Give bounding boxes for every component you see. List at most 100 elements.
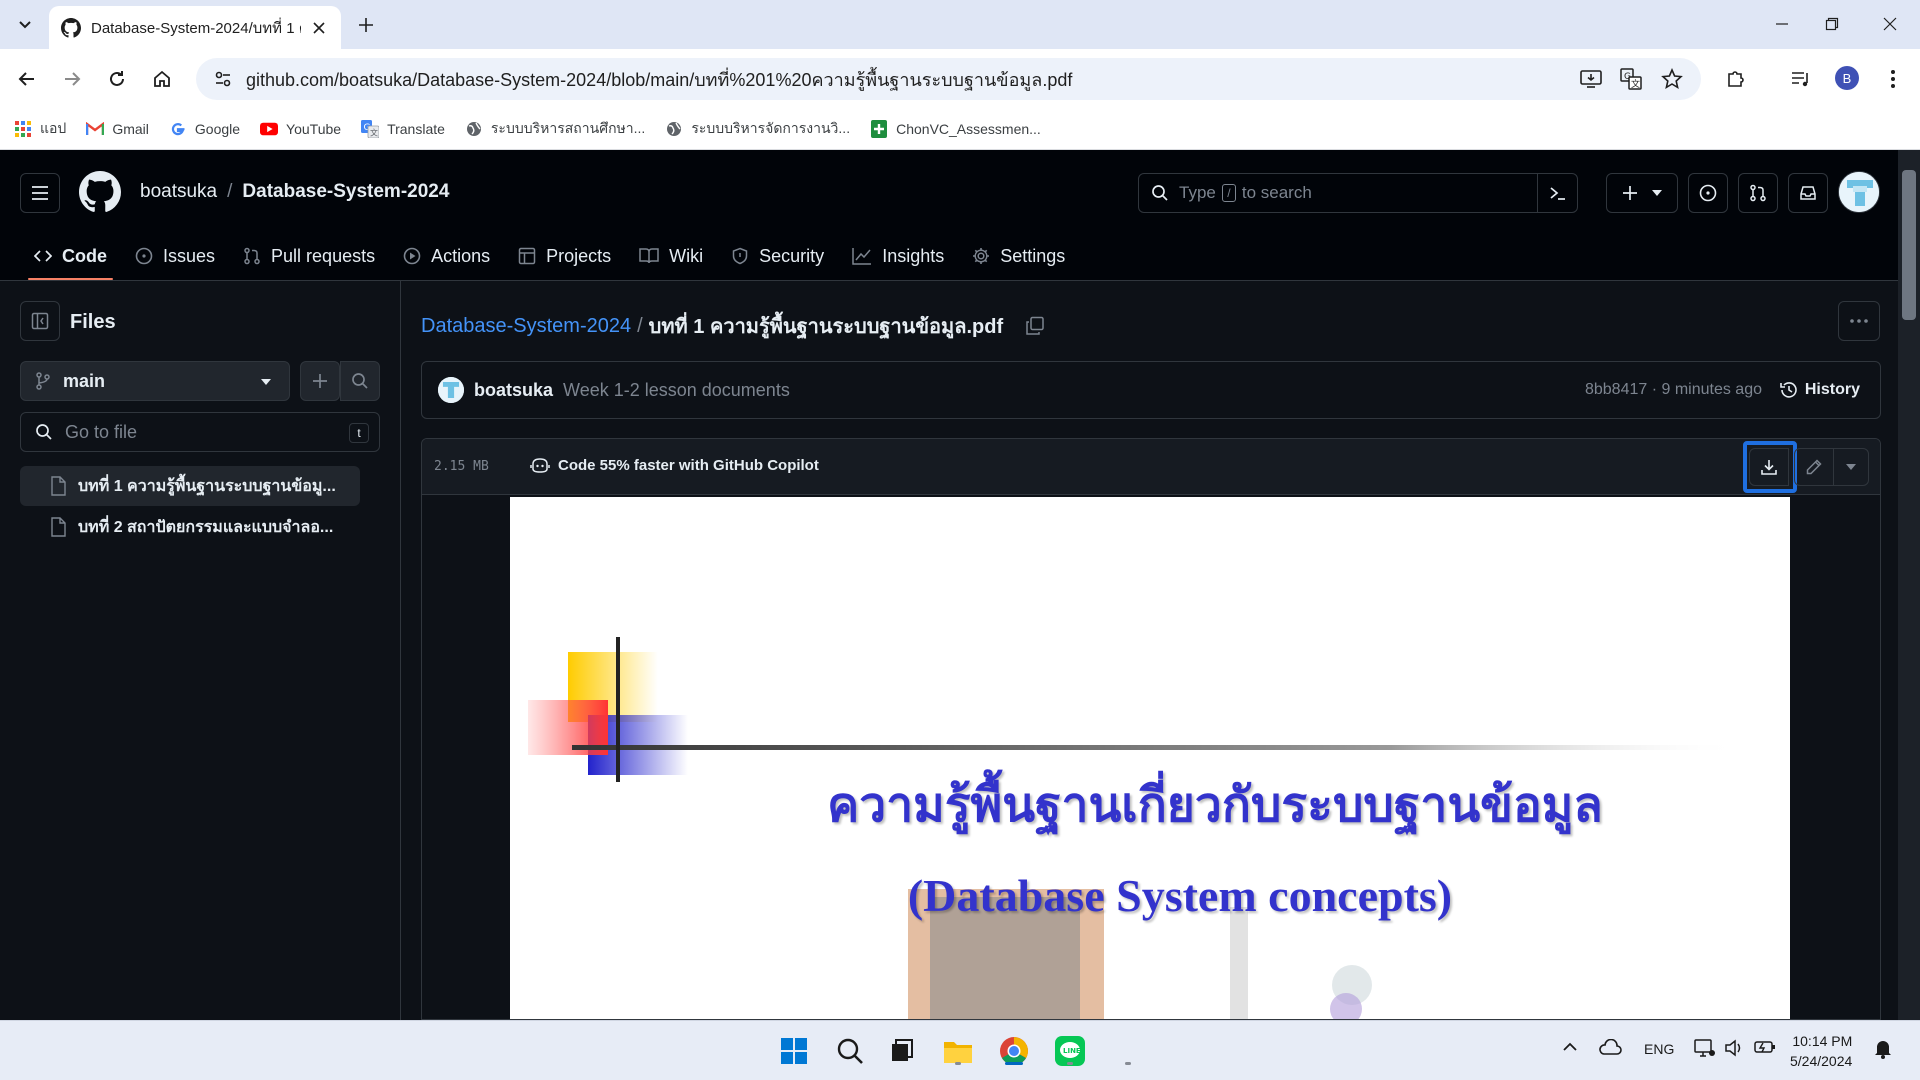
tab-code[interactable]: Code	[20, 232, 121, 280]
bookmark-star-icon[interactable]	[1657, 64, 1687, 94]
extensions-icon[interactable]	[1721, 64, 1751, 94]
more-options-button[interactable]	[1838, 301, 1880, 341]
plus-icon	[1623, 186, 1637, 200]
close-window-button[interactable]	[1878, 12, 1902, 36]
profile-avatar[interactable]: B	[1835, 66, 1859, 90]
bookmark-translate[interactable]: G文 Translate	[361, 119, 445, 138]
display-icon[interactable]	[1694, 1039, 1716, 1057]
tab-projects[interactable]: Projects	[504, 232, 625, 280]
github-logo-icon[interactable]	[79, 171, 121, 213]
active-indicator	[1005, 1062, 1023, 1065]
edit-options-dropdown[interactable]	[1833, 448, 1869, 486]
site-info-icon[interactable]	[208, 64, 238, 94]
collapse-sidebar-button[interactable]	[20, 301, 60, 341]
restore-window-button[interactable]	[1820, 12, 1844, 36]
line-app-button[interactable]: LINE	[1052, 1033, 1088, 1069]
url-text[interactable]: github.com/boatsuka/Database-System-2024…	[246, 65, 1701, 94]
tab-actions[interactable]: Actions	[389, 232, 504, 280]
bookmark-label: ระบบบริหารจัดการงานวิ...	[691, 119, 851, 136]
branch-selector[interactable]: main	[20, 361, 290, 401]
tab-settings[interactable]: Settings	[958, 232, 1079, 280]
commit-author-avatar[interactable]	[438, 377, 464, 403]
add-file-button[interactable]	[300, 361, 340, 401]
pull-request-icon	[1750, 184, 1766, 202]
language-indicator[interactable]: ENG	[1644, 1041, 1674, 1057]
scrollbar-thumb[interactable]	[1902, 170, 1916, 320]
bookmark-gmail[interactable]: Gmail	[86, 120, 149, 138]
install-app-icon[interactable]	[1576, 64, 1606, 94]
hamburger-menu-button[interactable]	[20, 173, 60, 213]
tray-overflow-chevron-icon[interactable]	[1562, 1039, 1578, 1055]
tab-label: Actions	[431, 245, 491, 266]
bookmark-google[interactable]: Google	[169, 120, 240, 138]
copilot-promo-link[interactable]: Code 55% faster with GitHub Copilot	[530, 456, 819, 474]
breadcrumb-separator: /	[227, 181, 233, 202]
reload-button[interactable]	[102, 64, 132, 94]
bookmark-management-system[interactable]: ระบบบริหารจัดการงานวิ...	[665, 118, 850, 140]
page-scrollbar[interactable]	[1898, 150, 1920, 1020]
forward-button[interactable]	[57, 64, 87, 94]
your-issues-button[interactable]	[1688, 173, 1728, 213]
your-pull-requests-button[interactable]	[1738, 173, 1778, 213]
taskbar-search-button[interactable]	[832, 1033, 868, 1069]
breadcrumb-repo-link[interactable]: Database-System-2024	[421, 315, 631, 338]
command-palette-icon[interactable]	[1537, 174, 1577, 212]
file-tree-item[interactable]: บทที่ 1 ความรู้พื้นฐานระบบฐานข้อมู...	[20, 466, 360, 506]
tab-label: Wiki	[669, 245, 704, 266]
user-avatar[interactable]	[1838, 171, 1880, 213]
tab-issues[interactable]: Issues	[121, 232, 229, 280]
download-highlight-box	[1743, 441, 1797, 493]
back-button[interactable]	[12, 64, 42, 94]
bookmark-youtube[interactable]: YouTube	[260, 120, 341, 138]
copilot-text: Code 55% faster with GitHub Copilot	[558, 456, 819, 474]
edit-file-button[interactable]	[1794, 448, 1834, 486]
file-explorer-button[interactable]	[940, 1033, 976, 1069]
inbox-button[interactable]	[1788, 173, 1828, 213]
taskbar-extra-slot[interactable]	[1110, 1033, 1146, 1069]
commit-author[interactable]: boatsuka	[474, 380, 553, 401]
new-tab-button[interactable]	[354, 13, 378, 37]
go-to-file-input[interactable]: Go to file t	[20, 412, 380, 452]
onedrive-cloud-icon[interactable]	[1598, 1039, 1622, 1055]
tab-insights[interactable]: Insights	[838, 232, 958, 280]
task-view-button[interactable]	[884, 1033, 920, 1069]
commit-message[interactable]: Week 1-2 lesson documents	[563, 380, 790, 401]
tab-label: Security	[759, 245, 825, 266]
commit-meta[interactable]: 8bb8417 · 9 minutes ago	[1585, 381, 1762, 399]
tab-security[interactable]: Security	[717, 232, 838, 280]
bookmark-school-system[interactable]: ระบบบริหารสถานศึกษา...	[465, 118, 645, 140]
copy-path-icon[interactable]	[1025, 316, 1045, 336]
file-icon	[51, 517, 66, 537]
media-controls-icon[interactable]	[1786, 64, 1816, 94]
repo-name-link[interactable]: Database-System-2024	[242, 181, 449, 203]
notification-bell-icon[interactable]	[1874, 1039, 1892, 1059]
close-tab-icon[interactable]	[309, 18, 329, 38]
file-tree-item[interactable]: บทที่ 2 สถาปัตยกรรมและแบบจำลอ...	[20, 507, 360, 547]
search-icon	[837, 1038, 863, 1064]
chrome-button[interactable]	[996, 1033, 1032, 1069]
minimize-window-button[interactable]	[1770, 12, 1794, 36]
windows-taskbar: LINE ENG 10:14 PM 5/24/2024	[0, 1020, 1920, 1080]
tab-pull-requests[interactable]: Pull requests	[229, 232, 389, 280]
create-new-button[interactable]	[1606, 173, 1678, 213]
tab-wiki[interactable]: Wiki	[625, 232, 717, 280]
bookmark-label: ระบบบริหารสถานศึกษา...	[490, 119, 646, 136]
bookmark-apps[interactable]: แอป	[14, 118, 66, 140]
tab-search-button[interactable]	[12, 12, 38, 38]
address-bar[interactable]: github.com/boatsuka/Database-System-2024…	[196, 58, 1701, 100]
bookmark-assessment[interactable]: ChonVC_Assessmen...	[870, 119, 1041, 138]
browser-tab-active[interactable]: Database-System-2024/บทที่ 1 ค	[49, 6, 341, 49]
system-clock[interactable]: 10:14 PM 5/24/2024	[1790, 1031, 1852, 1071]
menu-kebab-icon[interactable]	[1878, 64, 1908, 94]
translate-page-icon[interactable]: G文	[1616, 64, 1646, 94]
go-to-file-placeholder: Go to file	[65, 421, 138, 442]
global-search-input[interactable]: Type / to search	[1138, 173, 1578, 213]
search-files-button[interactable]	[340, 361, 380, 401]
volume-icon[interactable]	[1724, 1039, 1744, 1057]
kebab-horizontal-icon	[1850, 319, 1868, 323]
start-button[interactable]	[776, 1033, 812, 1069]
battery-icon[interactable]	[1754, 1039, 1776, 1055]
repo-owner-link[interactable]: boatsuka	[140, 181, 217, 203]
history-button[interactable]: History	[1779, 380, 1860, 400]
home-button[interactable]	[147, 64, 177, 94]
